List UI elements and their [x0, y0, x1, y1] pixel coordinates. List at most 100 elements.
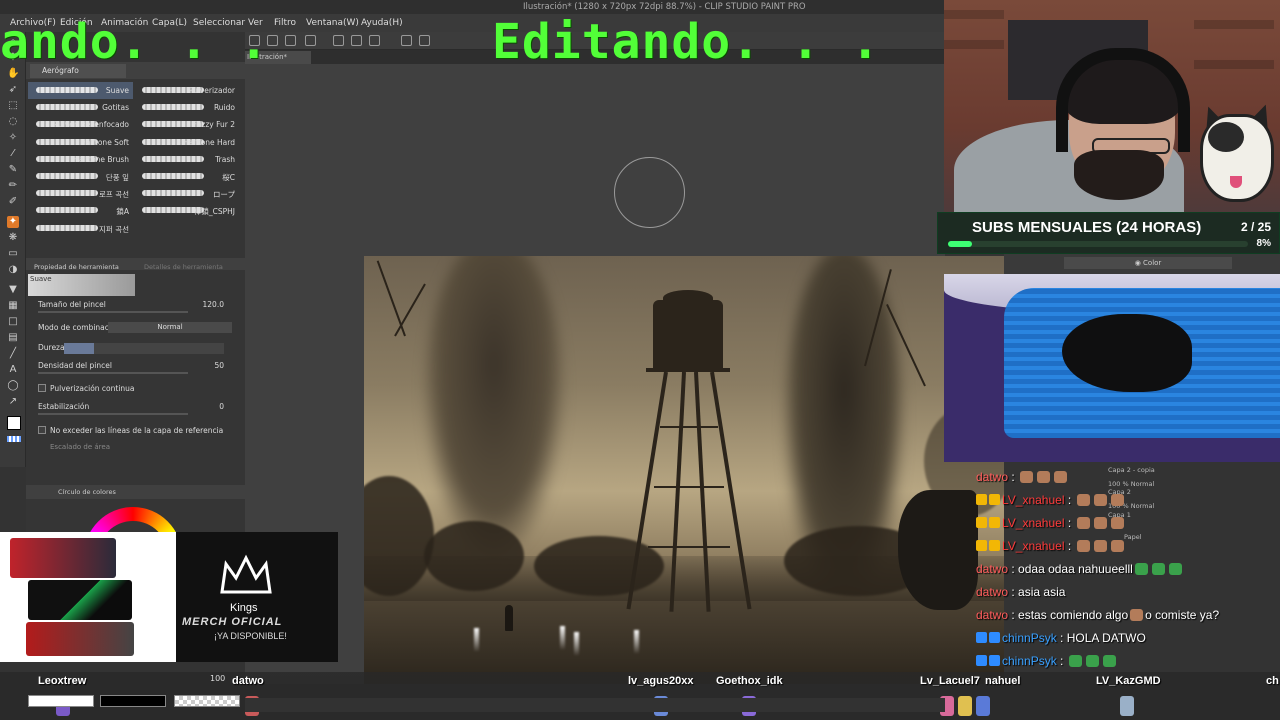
- gradient-tool-icon[interactable]: ▦: [7, 300, 19, 312]
- balloon-tool-icon[interactable]: ◯: [7, 380, 19, 392]
- tab-color-wheel[interactable]: Círculo de colores: [58, 488, 116, 496]
- pencil-tool-icon[interactable]: ✏: [7, 180, 19, 192]
- brush-item[interactable]: Pulverizador: [134, 82, 239, 99]
- decoration-tool-icon[interactable]: ❋: [7, 232, 19, 244]
- figure-tool-icon[interactable]: □: [7, 316, 19, 328]
- color-panel-header: Círculo de colores: [26, 485, 245, 499]
- chat-username[interactable]: datwo: [976, 608, 1008, 622]
- brush-label: Ruido: [213, 103, 235, 113]
- brush-size-row[interactable]: Tamaño del pincel 120.0: [38, 300, 234, 313]
- text-tool-icon[interactable]: A: [7, 364, 19, 376]
- viewer-avatar: [958, 696, 972, 716]
- density-slider[interactable]: [38, 372, 188, 374]
- eraser-tool-icon[interactable]: ▭: [7, 248, 19, 260]
- fill-tool-icon[interactable]: ▼: [7, 284, 19, 296]
- brush-item[interactable]: 棒鎖_CSPHJ: [134, 202, 239, 219]
- menu-ayuda[interactable]: Ayuda(H): [361, 18, 403, 28]
- brush-item[interactable]: Trash: [134, 151, 239, 168]
- stabilization-value[interactable]: 0: [219, 402, 224, 411]
- stabilization-row[interactable]: Estabilización 0: [38, 402, 234, 415]
- chat-username[interactable]: LV_xnahuel: [1002, 539, 1065, 553]
- menu-filtro[interactable]: Filtro: [274, 18, 296, 28]
- brush-tool-icon[interactable]: ✐: [7, 196, 19, 208]
- emote-icon: [1093, 494, 1107, 506]
- tab-tool-details[interactable]: Detalles de herramienta: [144, 263, 223, 271]
- density-value[interactable]: 50: [214, 361, 224, 370]
- chat-username[interactable]: LV_xnahuel: [1002, 516, 1065, 530]
- export-icon[interactable]: [305, 35, 316, 46]
- chat-username[interactable]: datwo: [976, 585, 1008, 599]
- ruler-tool-icon[interactable]: ╱: [7, 348, 19, 360]
- lone-figure: [505, 605, 513, 631]
- brush-item[interactable]: 桜C: [134, 168, 239, 185]
- density-row[interactable]: Densidad del pincel 50: [38, 361, 234, 374]
- brush-size-slider[interactable]: [38, 311, 188, 313]
- viewer-avatar: [1120, 696, 1134, 716]
- transform-icon[interactable]: [401, 35, 412, 46]
- subscriber-badge-icon: [989, 494, 1000, 505]
- brush-item[interactable]: Fuzzy Fur 2: [134, 116, 239, 133]
- crop-icon[interactable]: [419, 35, 430, 46]
- tree: [534, 536, 664, 596]
- ref-layer-checkbox[interactable]: [38, 426, 46, 434]
- chat-username[interactable]: LV_xnahuel: [1002, 493, 1065, 507]
- chat-separator: :: [1008, 608, 1019, 622]
- line-correction-icon[interactable]: ↗: [7, 396, 19, 408]
- brush-item[interactable]: Suave: [28, 82, 133, 99]
- brush-size-value[interactable]: 120.0: [203, 300, 224, 309]
- tab-tool-property[interactable]: Propiedad de herramienta: [34, 263, 119, 271]
- color-wheel[interactable]: [84, 507, 182, 534]
- chat-username[interactable]: datwo: [976, 470, 1008, 484]
- transparent-color-swatch[interactable]: [7, 436, 21, 442]
- brush-item[interactable]: ロープ: [134, 185, 239, 202]
- brush-item[interactable]: 로프 곡선: [28, 185, 133, 202]
- brush-item[interactable]: Halftone Hard: [134, 134, 239, 151]
- hardness-slider[interactable]: [64, 343, 224, 354]
- stabilization-slider[interactable]: [38, 413, 188, 415]
- frame-tool-icon[interactable]: ▤: [7, 332, 19, 344]
- eyedropper-icon[interactable]: ⁄: [7, 148, 19, 160]
- chat-username[interactable]: chinnPsyk: [1002, 631, 1057, 645]
- chat-username[interactable]: chinnPsyk: [1002, 654, 1057, 668]
- artwork-canvas[interactable]: [364, 256, 1004, 684]
- brush-label: Halftone Brush: [73, 154, 129, 164]
- brush-item[interactable]: Halftone Brush: [28, 151, 133, 168]
- brush-item[interactable]: 지퍼 곡선: [28, 220, 133, 237]
- brush-label: Suave: [105, 86, 129, 95]
- color-slot-black[interactable]: [100, 695, 166, 707]
- brush-item[interactable]: Ruido: [134, 99, 239, 116]
- save-icon[interactable]: [285, 35, 296, 46]
- chat-text: asia asia: [1018, 585, 1066, 599]
- blend-mode-select[interactable]: Normal: [108, 322, 232, 333]
- chat-message: datwo : odaa odaa nahuueelll: [976, 562, 1184, 576]
- continuous-spray-checkbox[interactable]: [38, 384, 46, 392]
- settings-icon[interactable]: [369, 35, 380, 46]
- selection-tool-icon[interactable]: ⬚: [7, 100, 19, 112]
- emote-icon: [1093, 540, 1107, 552]
- airbrush-tool-icon[interactable]: ✦: [7, 216, 19, 228]
- magic-wand-icon[interactable]: ✧: [7, 132, 19, 144]
- brush-item[interactable]: 鎖A: [28, 202, 133, 219]
- menu-ventana[interactable]: Ventana(W): [306, 18, 359, 28]
- brush-item[interactable]: Halftone Soft: [28, 134, 133, 151]
- pen-tool-icon[interactable]: ✎: [7, 164, 19, 176]
- undo-icon[interactable]: [333, 35, 344, 46]
- merch-subtitle: ¡YA DISPONIBLE!: [214, 631, 287, 641]
- redo-icon[interactable]: [351, 35, 362, 46]
- brush-label: 지퍼 곡선: [99, 224, 129, 234]
- blend-tool-icon[interactable]: ◑: [7, 264, 19, 276]
- brush-item[interactable]: Gotitas: [28, 99, 133, 116]
- window-title: Ilustración* (1280 x 720px 72dpi 88.7%) …: [523, 2, 806, 12]
- layer-color-select[interactable]: ◉ Color: [1064, 257, 1232, 269]
- brush-item[interactable]: Pulver. desenfocado: [28, 116, 133, 133]
- main-color-swatch[interactable]: [7, 416, 21, 430]
- object-tool-icon[interactable]: ➶: [7, 84, 19, 96]
- chat-username[interactable]: datwo: [976, 562, 1008, 576]
- opacity-readout[interactable]: 100: [210, 674, 225, 683]
- brush-item[interactable]: 단풍 잎: [28, 168, 133, 185]
- prime-badge-icon: [976, 632, 987, 643]
- color-slot-transparent[interactable]: [174, 695, 240, 707]
- lasso-tool-icon[interactable]: ◌: [7, 116, 19, 128]
- color-slot-white[interactable]: [28, 695, 94, 707]
- subs-goal-bar: [948, 241, 1248, 247]
